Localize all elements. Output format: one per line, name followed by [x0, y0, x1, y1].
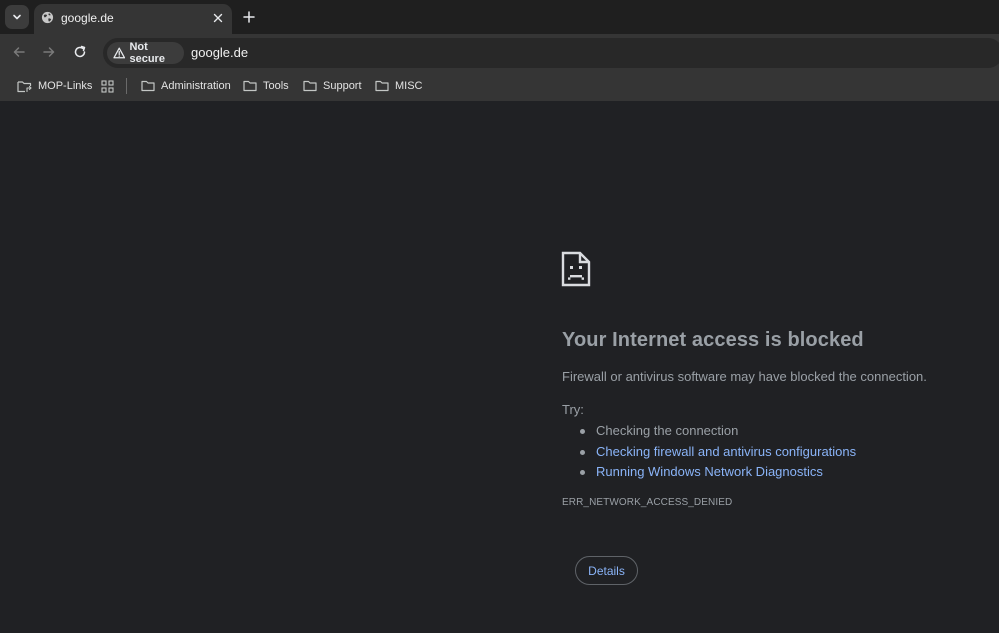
bookmark-misc[interactable]: MISC — [375, 78, 423, 94]
apps-grid-icon — [101, 79, 114, 93]
plus-icon — [243, 11, 255, 23]
apps-button[interactable] — [101, 78, 114, 94]
address-bar[interactable]: Not secure google.de — [103, 38, 999, 68]
tab-strip: google.de — [0, 0, 999, 35]
details-button[interactable]: Details — [575, 556, 638, 585]
tab-search-button[interactable] — [5, 5, 29, 29]
bookmarks-bar: MOP-Links Administration Tools Support M… — [0, 70, 999, 102]
error-code: ERR_NETWORK_ACCESS_DENIED — [562, 497, 733, 508]
globe-icon — [41, 11, 54, 24]
bookmark-label: MOP-Links — [38, 80, 93, 92]
suggestions-list: Checking the connection Checking firewal… — [580, 421, 856, 483]
bookmark-label: MISC — [395, 80, 423, 92]
error-title: Your Internet access is blocked — [562, 329, 864, 351]
folder-link-icon — [17, 80, 32, 92]
url-text[interactable]: google.de — [191, 46, 248, 60]
tab-close-button[interactable] — [210, 10, 226, 26]
arrow-right-icon — [43, 47, 55, 57]
folder-icon — [375, 80, 389, 92]
error-page: Your Internet access is blocked Firewall… — [0, 103, 999, 633]
new-tab-button[interactable] — [240, 8, 258, 26]
bookmark-label: Tools — [263, 80, 289, 92]
bookmark-tools[interactable]: Tools — [243, 78, 289, 94]
bookmark-administration[interactable]: Administration — [141, 78, 231, 94]
chevron-down-icon — [13, 14, 21, 20]
tab-active[interactable]: google.de — [34, 4, 232, 35]
security-chip[interactable]: Not secure — [107, 41, 184, 65]
reload-button[interactable] — [71, 43, 89, 61]
try-label: Try: — [562, 402, 584, 417]
error-description: Firewall or antivirus software may have … — [562, 369, 927, 384]
folder-icon — [243, 80, 257, 92]
close-icon — [213, 13, 223, 23]
browser-toolbar: Not secure google.de — [0, 34, 999, 70]
suggestion-firewall-link[interactable]: Checking firewall and antivirus configur… — [580, 442, 856, 463]
security-label: Not secure — [129, 41, 165, 65]
bookmark-support[interactable]: Support — [303, 78, 362, 94]
arrow-left-icon — [13, 47, 25, 57]
bookmark-mop-links[interactable]: MOP-Links — [17, 78, 92, 94]
bookmark-label: Support — [323, 80, 362, 92]
bookmark-label: Administration — [161, 80, 231, 92]
suggestion-diagnostics-link[interactable]: Running Windows Network Diagnostics — [580, 462, 856, 483]
reload-icon — [74, 45, 86, 58]
tab-title: google.de — [61, 11, 114, 25]
sad-page-icon — [561, 251, 591, 287]
bookmarks-separator — [126, 78, 127, 94]
folder-icon — [303, 80, 317, 92]
back-button[interactable] — [10, 43, 28, 61]
forward-button[interactable] — [40, 43, 58, 61]
suggestion-check-connection: Checking the connection — [580, 421, 856, 442]
folder-icon — [141, 80, 155, 92]
warning-icon — [113, 47, 126, 59]
